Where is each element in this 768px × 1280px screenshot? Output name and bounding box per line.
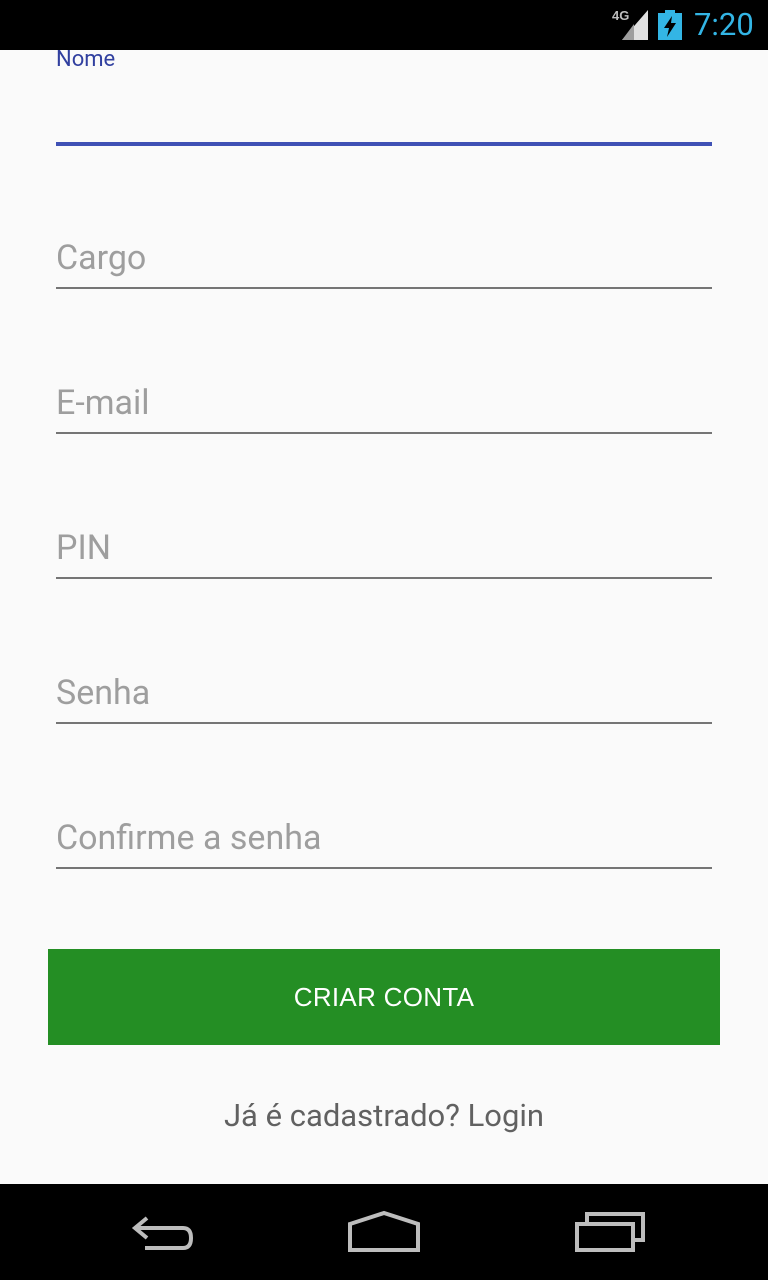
name-field-underline <box>56 142 712 146</box>
battery-charging-icon <box>658 10 682 40</box>
status-clock: 7:20 <box>694 6 754 43</box>
password-field[interactable]: Senha <box>56 669 712 725</box>
pin-field[interactable]: PIN <box>56 524 712 580</box>
back-icon <box>131 1216 194 1250</box>
login-link[interactable]: Já é cadastrado? Login <box>0 1094 768 1138</box>
cargo-field[interactable]: Cargo <box>56 234 712 290</box>
email-field-underline <box>56 432 712 434</box>
confirm-password-field-hint: Confirme a senha <box>56 818 322 858</box>
password-field-hint: Senha <box>56 673 151 713</box>
recent-apps-button[interactable] <box>565 1202 655 1262</box>
email-field-hint: E-mail <box>56 383 150 423</box>
password-field-underline <box>56 722 712 724</box>
name-field[interactable]: Nome <box>56 48 712 148</box>
home-icon <box>348 1210 420 1252</box>
name-field-label: Nome <box>56 47 116 72</box>
back-button[interactable] <box>115 1202 205 1262</box>
pin-field-underline <box>56 577 712 579</box>
cargo-field-hint: Cargo <box>56 238 147 278</box>
email-field[interactable]: E-mail <box>56 379 712 435</box>
create-account-button[interactable]: CRIAR CONTA <box>48 949 720 1045</box>
navigation-bar <box>0 1184 768 1280</box>
recent-apps-icon <box>575 1212 645 1252</box>
network-type-label: 4G <box>612 8 630 23</box>
confirm-password-field-underline <box>56 867 712 869</box>
home-button[interactable] <box>339 1202 429 1262</box>
cargo-field-underline <box>56 287 712 289</box>
status-bar: 4G 7:20 <box>0 0 768 50</box>
pin-field-hint: PIN <box>56 528 111 568</box>
confirm-password-field[interactable]: Confirme a senha <box>56 814 712 870</box>
